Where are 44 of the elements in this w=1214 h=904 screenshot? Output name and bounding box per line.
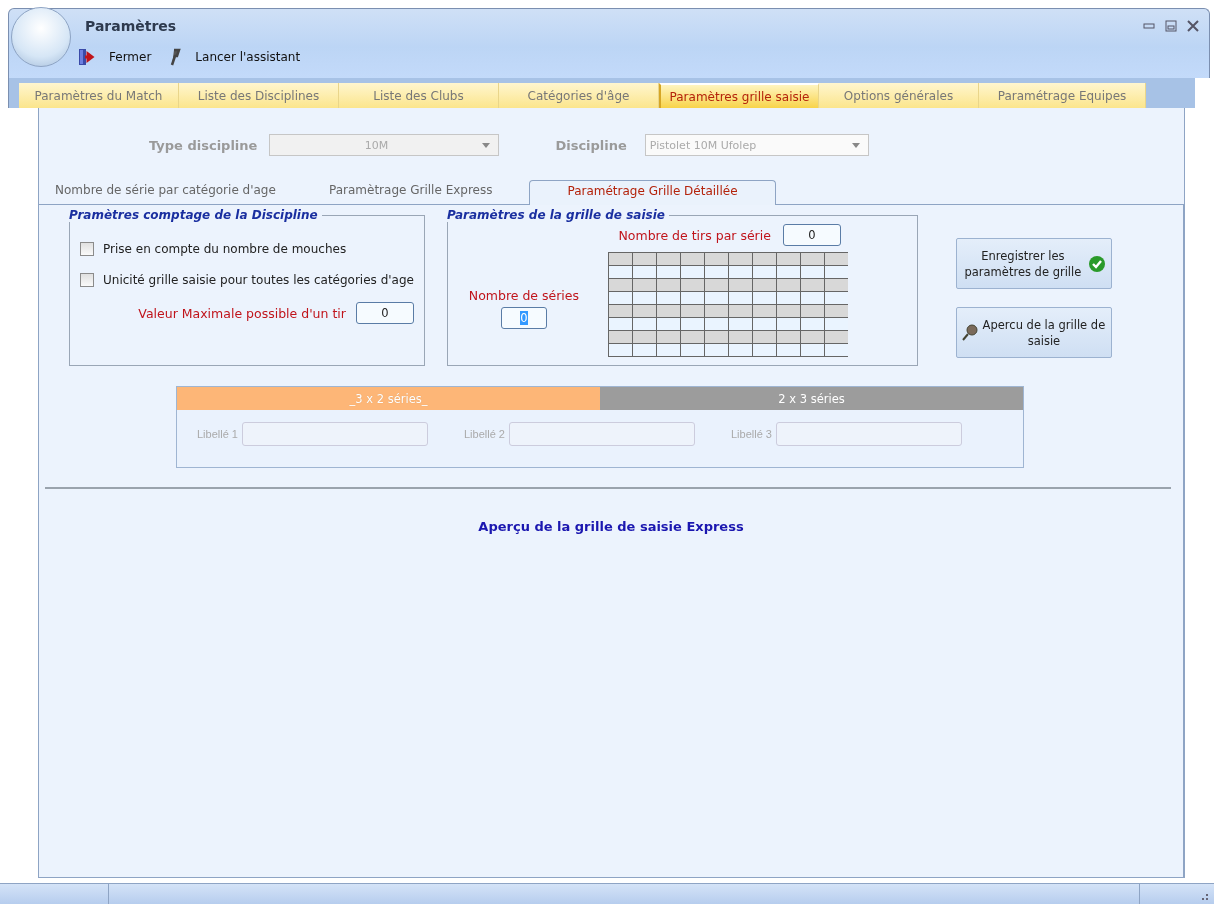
tab[interactable]: Paramètrage Grille Express xyxy=(329,180,529,204)
checkbox[interactable] xyxy=(80,242,94,256)
restore-icon xyxy=(1165,20,1177,32)
window-title: Paramètres xyxy=(84,18,177,34)
field-label: Libellé 1 xyxy=(197,428,238,440)
search-icon xyxy=(961,323,978,342)
tab[interactable]: Paramètres grille saisie xyxy=(659,83,819,108)
close-button[interactable]: Fermer xyxy=(77,48,152,66)
field-label: Libellé 3 xyxy=(730,428,772,440)
tab[interactable]: Paramètres du Match xyxy=(19,83,179,108)
checkbox-label: Prise en compte du nombre de mouches xyxy=(103,242,347,256)
pin-icon xyxy=(169,48,182,66)
door-exit-icon xyxy=(77,48,95,66)
layout-toggle[interactable]: 2 x 3 séries xyxy=(600,387,1023,410)
number-field[interactable]: 0 xyxy=(500,307,547,329)
dropdown-arrow-icon xyxy=(851,142,860,148)
field-label: Valeur Maximale possible d'un tir xyxy=(138,305,346,321)
tab[interactable]: Nombre de série par catégorie d'age xyxy=(55,180,329,204)
checkbox[interactable] xyxy=(80,273,94,287)
resize-grip-icon xyxy=(1200,892,1208,900)
tab[interactable]: Options générales xyxy=(819,83,979,108)
field-label: Type discipline xyxy=(149,137,258,153)
field-label: Nombre de séries xyxy=(468,288,580,303)
tab[interactable]: Liste des Clubs xyxy=(339,83,499,108)
wizard-button[interactable]: Lancer l'assistant xyxy=(169,48,301,66)
preview-heading: Aperçu de la grille de saisie Express xyxy=(477,519,745,534)
field-label: Discipline xyxy=(555,137,627,153)
checkmark-icon xyxy=(1087,254,1106,273)
field-label: Libellé 2 xyxy=(464,428,505,440)
preview-button[interactable]: Apercu de la grille de saisie xyxy=(955,307,1112,358)
number-field[interactable]: 0 xyxy=(782,224,841,246)
number-field[interactable]: 0 xyxy=(355,302,414,324)
field-label: Nombre de tirs par série xyxy=(618,227,771,243)
dropdown-arrow-icon xyxy=(482,142,491,148)
minimize-icon xyxy=(1143,21,1155,31)
tab[interactable]: Paramétrage Grille Détaillée xyxy=(529,180,776,205)
group-title: Paramètres de la grille de saisie xyxy=(446,208,666,222)
close-icon xyxy=(1187,20,1199,32)
tab[interactable]: Catégories d'âge xyxy=(499,83,659,108)
group-title: Pramètres comptage de la Discipline xyxy=(69,208,319,222)
tab[interactable]: Paramétrage Equipes xyxy=(979,83,1146,108)
checkbox-label: Unicité grille saisie pour toutes les catégories d'age xyxy=(103,273,414,287)
tab[interactable]: Liste des Disciplines xyxy=(179,83,339,108)
save-button[interactable]: Enregistrer les paramètres de grille xyxy=(955,238,1112,289)
